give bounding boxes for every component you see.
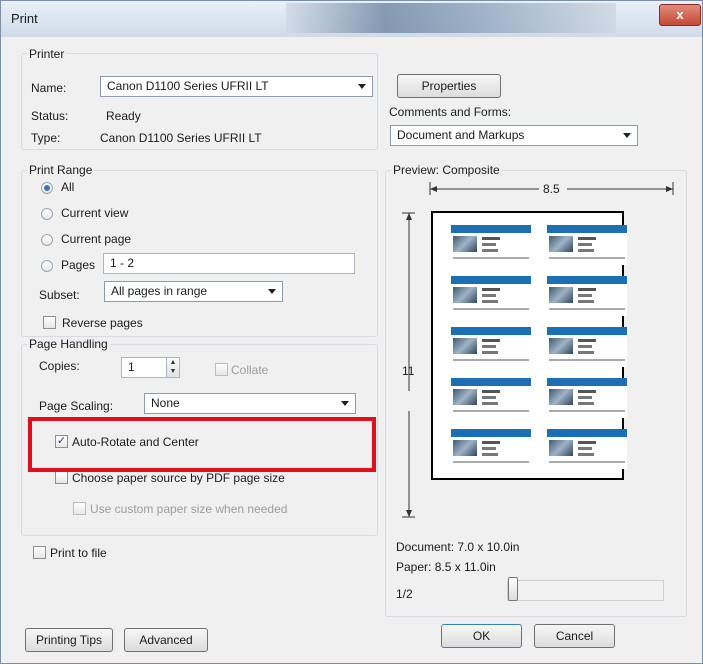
radio-pages[interactable]: [41, 260, 53, 272]
preview-card-thumbnail: [451, 276, 531, 316]
dialog-body: Printer Name: Canon D1100 Series UFRII L…: [11, 39, 694, 659]
close-icon: x: [676, 7, 684, 22]
copies-input[interactable]: 1: [121, 357, 167, 378]
close-button[interactable]: x: [659, 4, 701, 26]
comments-forms-select[interactable]: Document and Markups: [390, 125, 638, 146]
printer-name-value: Canon D1100 Series UFRII LT: [107, 79, 269, 93]
radio-current-view-label[interactable]: Current view: [61, 206, 128, 220]
custom-paper-size-label[interactable]: Use custom paper size when needed: [90, 502, 287, 516]
radio-current-view[interactable]: [41, 208, 53, 220]
page-indicator: 1/2: [396, 587, 413, 601]
page-scaling-value: None: [151, 396, 180, 410]
printing-tips-button[interactable]: Printing Tips: [25, 628, 113, 652]
printer-name-select[interactable]: Canon D1100 Series UFRII LT: [100, 76, 373, 97]
preview-card-thumbnail: [451, 327, 531, 367]
page-scaling-label: Page Scaling:: [39, 399, 114, 413]
collate-checkbox[interactable]: [215, 363, 228, 376]
print-range-group-label: Print Range: [27, 163, 95, 177]
collate-label[interactable]: Collate: [231, 363, 268, 377]
preview-height-label: 11: [402, 364, 415, 378]
page-slider-track[interactable]: [507, 580, 664, 601]
printer-type-label: Type:: [31, 131, 61, 145]
preview-card-thumbnail: [547, 225, 627, 265]
preview-card-thumbnail: [451, 378, 531, 418]
print-to-file-label[interactable]: Print to file: [50, 546, 107, 560]
chevron-down-icon: [358, 84, 366, 89]
pages-range-input[interactable]: 1 - 2: [103, 253, 355, 274]
radio-all-label[interactable]: All: [61, 180, 74, 194]
document-size-text: Document: 7.0 x 10.0in: [396, 540, 520, 554]
subset-value: All pages in range: [111, 284, 208, 298]
preview-card-thumbnail: [451, 225, 531, 265]
spinner-up-icon[interactable]: ▲: [167, 358, 179, 367]
printer-type-value: Canon D1100 Series UFRII LT: [100, 131, 262, 145]
cancel-button[interactable]: Cancel: [534, 624, 615, 648]
copies-label: Copies:: [39, 359, 80, 373]
spinner-down-icon[interactable]: ▼: [167, 367, 179, 376]
custom-paper-size-checkbox[interactable]: [73, 502, 86, 515]
paper-size-text: Paper: 8.5 x 11.0in: [396, 560, 496, 574]
page-handling-group-label: Page Handling: [27, 337, 110, 351]
preview-card-thumbnail: [547, 429, 627, 469]
copies-value: 1: [128, 360, 135, 374]
pages-range-value: 1 - 2: [110, 256, 135, 270]
highlight-box: [28, 417, 376, 472]
comments-forms-label: Comments and Forms:: [389, 105, 512, 119]
radio-pages-label[interactable]: Pages: [61, 258, 95, 272]
copies-spinner[interactable]: ▲ ▼: [166, 357, 180, 378]
reverse-pages-label[interactable]: Reverse pages: [62, 316, 143, 330]
preview-card-thumbnail: [547, 378, 627, 418]
comments-forms-value: Document and Markups: [397, 128, 525, 142]
printer-status-value: Ready: [106, 109, 141, 123]
subset-select[interactable]: All pages in range: [104, 281, 283, 302]
printer-status-label: Status:: [31, 109, 69, 123]
preview-card-thumbnail: [451, 429, 531, 469]
preview-page: [431, 211, 627, 480]
reverse-pages-checkbox[interactable]: [43, 316, 56, 329]
ok-button[interactable]: OK: [441, 624, 522, 648]
printer-name-label: Name:: [31, 81, 67, 95]
choose-paper-source-checkbox[interactable]: [55, 471, 68, 484]
preview-label: Preview: Composite: [391, 163, 502, 177]
window-title: Print: [11, 11, 38, 26]
title-bar[interactable]: Print x: [1, 1, 702, 37]
page-scaling-select[interactable]: None: [144, 393, 356, 414]
page-slider-thumb[interactable]: [508, 577, 518, 601]
choose-paper-source-label[interactable]: Choose paper source by PDF page size: [72, 471, 285, 485]
properties-button[interactable]: Properties: [397, 74, 501, 98]
chevron-down-icon: [623, 133, 631, 138]
preview-card-thumbnail: [547, 327, 627, 367]
radio-current-page[interactable]: [41, 234, 53, 246]
radio-current-page-label[interactable]: Current page: [61, 232, 131, 246]
print-dialog: Print x Printer Name: Canon D1100 Series…: [0, 0, 703, 664]
chevron-down-icon: [341, 401, 349, 406]
radio-all[interactable]: [41, 182, 53, 194]
chevron-down-icon: [268, 289, 276, 294]
subset-label: Subset:: [39, 288, 80, 302]
print-to-file-checkbox[interactable]: [33, 546, 46, 559]
title-bar-background: [286, 3, 616, 33]
printer-group-label: Printer: [27, 47, 67, 61]
preview-width-label: 8.5: [543, 182, 560, 196]
preview-card-thumbnail: [547, 276, 627, 316]
advanced-button[interactable]: Advanced: [124, 628, 208, 652]
